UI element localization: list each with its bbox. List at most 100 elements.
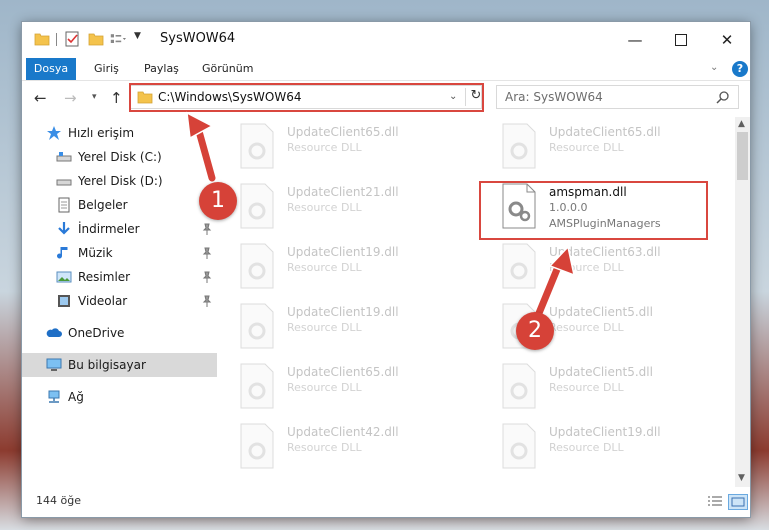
sidebar-item-label: Videolar bbox=[78, 294, 128, 308]
sidebar-item-this-pc[interactable]: Bu bilgisayar bbox=[22, 353, 217, 377]
sidebar-item-label: İndirmeler bbox=[78, 222, 140, 236]
maximize-icon bbox=[675, 34, 687, 46]
dll-file-icon bbox=[240, 363, 274, 409]
navigation-pane: Hızlı erişim Yerel Disk (C:) Yerel Disk … bbox=[22, 117, 217, 487]
file-tile[interactable]: UpdateClient42.dll Resource DLL bbox=[227, 419, 457, 473]
help-button[interactable]: ? bbox=[732, 61, 748, 77]
file-description: Resource DLL bbox=[287, 441, 362, 454]
customize-toolbar-chevron-icon[interactable]: ▼ bbox=[134, 31, 141, 41]
network-icon bbox=[48, 390, 60, 403]
forward-arrow-icon[interactable]: → bbox=[64, 89, 77, 107]
pin-icon[interactable] bbox=[202, 223, 212, 235]
search-input[interactable]: Ara: SysWOW64 bbox=[505, 90, 603, 104]
file-description: Resource DLL bbox=[549, 261, 624, 274]
pin-icon[interactable] bbox=[202, 247, 212, 259]
sidebar-item-local-disk-c[interactable]: Yerel Disk (C:) bbox=[22, 145, 217, 169]
item-count: 144 öğe bbox=[36, 494, 81, 507]
layout-icon[interactable] bbox=[110, 31, 126, 47]
scroll-down-icon[interactable]: ▼ bbox=[738, 473, 745, 483]
file-tile[interactable]: UpdateClient63.dll Resource DLL bbox=[489, 239, 719, 293]
file-tile[interactable]: UpdateClient19.dll Resource DLL bbox=[227, 299, 457, 353]
sidebar-item-label: Hızlı erişim bbox=[68, 126, 135, 140]
close-icon: ✕ bbox=[720, 31, 734, 49]
file-name: UpdateClient19.dll bbox=[549, 425, 661, 439]
sidebar-item-downloads[interactable]: İndirmeler bbox=[22, 217, 217, 241]
file-tile[interactable]: UpdateClient65.dll Resource DLL bbox=[227, 359, 457, 413]
star-icon bbox=[47, 126, 61, 140]
tiles-view-icon[interactable] bbox=[728, 494, 748, 510]
file-tile[interactable]: UpdateClient19.dll Resource DLL bbox=[227, 239, 457, 293]
sidebar-item-label: OneDrive bbox=[68, 326, 125, 340]
title-bar: ▼ SysWOW64 — ✕ bbox=[22, 22, 750, 58]
tab-home[interactable]: Giriş bbox=[94, 58, 119, 80]
file-description: Resource DLL bbox=[287, 201, 362, 214]
file-name: UpdateClient65.dll bbox=[549, 125, 661, 139]
sidebar-item-onedrive[interactable]: OneDrive bbox=[22, 321, 217, 345]
step-badge-1: 1 bbox=[199, 182, 237, 220]
documents-icon bbox=[58, 197, 70, 213]
dll-file-icon bbox=[240, 183, 274, 229]
dll-file-icon bbox=[240, 303, 274, 349]
back-arrow-icon[interactable]: ← bbox=[34, 89, 47, 107]
up-arrow-icon[interactable]: ↑ bbox=[110, 89, 123, 107]
sidebar-item-quick-access[interactable]: Hızlı erişim bbox=[22, 121, 217, 145]
window-title: SysWOW64 bbox=[160, 31, 236, 46]
file-tile[interactable]: UpdateClient65.dll Resource DLL bbox=[227, 119, 457, 173]
drive-icon bbox=[56, 152, 72, 162]
file-highlight-box bbox=[479, 181, 708, 240]
file-tile[interactable]: UpdateClient21.dll Resource DLL bbox=[227, 179, 457, 233]
minimize-button[interactable]: — bbox=[612, 22, 658, 58]
maximize-button[interactable] bbox=[658, 22, 704, 58]
file-name: UpdateClient21.dll bbox=[287, 185, 399, 199]
scrollbar-thumb[interactable] bbox=[737, 132, 748, 180]
sidebar-item-label: Resimler bbox=[78, 270, 131, 284]
pin-icon[interactable] bbox=[202, 271, 212, 283]
file-name: UpdateClient5.dll bbox=[549, 365, 653, 379]
vertical-scrollbar[interactable]: ▲ ▼ bbox=[735, 117, 750, 487]
file-name: UpdateClient19.dll bbox=[287, 245, 399, 259]
folder-icon[interactable] bbox=[34, 31, 50, 47]
file-description: Resource DLL bbox=[549, 381, 624, 394]
drive-icon bbox=[56, 179, 72, 186]
sidebar-item-pictures[interactable]: Resimler bbox=[22, 265, 217, 289]
new-folder-icon[interactable] bbox=[88, 31, 104, 47]
tab-share[interactable]: Paylaş bbox=[144, 58, 179, 80]
file-tile[interactable]: UpdateClient65.dll Resource DLL bbox=[489, 119, 719, 173]
sidebar-item-label: Bu bilgisayar bbox=[68, 358, 146, 372]
file-description: Resource DLL bbox=[287, 381, 362, 394]
file-description: Resource DLL bbox=[549, 141, 624, 154]
dll-file-icon bbox=[502, 123, 536, 169]
file-name: UpdateClient19.dll bbox=[287, 305, 399, 319]
file-description: Resource DLL bbox=[287, 321, 362, 334]
status-bar: 144 öğe bbox=[22, 490, 750, 517]
tab-view[interactable]: Görünüm bbox=[202, 58, 253, 80]
recent-locations-chevron-icon[interactable]: ▾ bbox=[92, 92, 97, 102]
sidebar-item-music[interactable]: Müzik bbox=[22, 241, 217, 265]
file-tile[interactable]: UpdateClient5.dll Resource DLL bbox=[489, 359, 719, 413]
properties-icon[interactable] bbox=[64, 31, 80, 47]
expand-ribbon-chevron-icon[interactable]: ⌄ bbox=[710, 62, 718, 73]
dll-file-icon bbox=[502, 423, 536, 469]
tab-file[interactable]: Dosya bbox=[26, 58, 76, 80]
sidebar-item-videos[interactable]: Videolar bbox=[22, 289, 217, 313]
file-list: UpdateClient65.dll Resource DLL UpdateCl… bbox=[227, 117, 735, 487]
file-tile[interactable]: UpdateClient19.dll Resource DLL bbox=[489, 419, 719, 473]
file-description: Resource DLL bbox=[287, 261, 362, 274]
computer-icon bbox=[46, 358, 62, 371]
sidebar-item-label: Belgeler bbox=[78, 198, 128, 212]
search-box[interactable]: Ara: SysWOW64 bbox=[496, 85, 739, 109]
scroll-up-icon[interactable]: ▲ bbox=[738, 119, 745, 129]
pin-icon[interactable] bbox=[202, 295, 212, 307]
sidebar-item-network[interactable]: Ağ bbox=[22, 385, 217, 409]
details-view-icon[interactable] bbox=[706, 494, 724, 508]
close-button[interactable]: ✕ bbox=[704, 22, 750, 58]
sidebar-item-local-disk-d[interactable]: Yerel Disk (D:) bbox=[22, 169, 217, 193]
sidebar-item-label: Yerel Disk (D:) bbox=[78, 174, 163, 188]
file-name: UpdateClient65.dll bbox=[287, 125, 399, 139]
dll-file-icon bbox=[502, 363, 536, 409]
download-icon bbox=[58, 222, 70, 235]
file-description: Resource DLL bbox=[287, 141, 362, 154]
dll-file-icon bbox=[502, 243, 536, 289]
sidebar-item-documents[interactable]: Belgeler bbox=[22, 193, 217, 217]
minimize-icon: — bbox=[627, 31, 643, 49]
